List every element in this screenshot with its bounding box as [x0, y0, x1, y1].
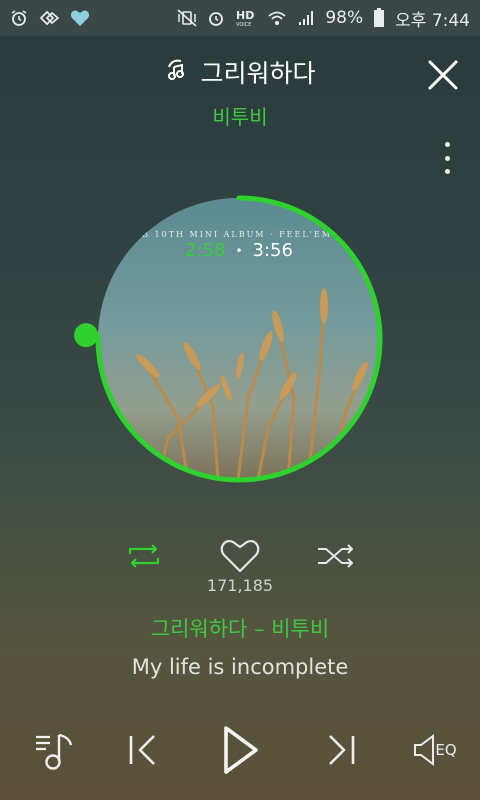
battery-icon — [373, 8, 385, 28]
next-icon — [329, 735, 355, 765]
more-dot — [444, 142, 450, 147]
previous-button[interactable] — [118, 718, 166, 782]
status-left-icons — [10, 8, 90, 28]
next-button[interactable] — [318, 718, 366, 782]
lyrics-note-icon — [164, 56, 190, 88]
status-right-icons: HD VOICE 98% 오후 7:44 — [177, 6, 470, 31]
signal-icon — [297, 8, 315, 28]
progress-arc — [95, 195, 383, 483]
battery-percent: 98% — [325, 8, 364, 28]
status-bar: HD VOICE 98% 오후 7:44 — [0, 0, 480, 36]
more-options-button[interactable] — [442, 142, 452, 174]
playback-controls: EQ — [0, 718, 480, 782]
status-clock: 오후 7:44 — [395, 10, 470, 31]
alarm-icon — [10, 8, 28, 28]
play-button[interactable] — [212, 718, 268, 782]
shuffle-button[interactable] — [314, 536, 358, 576]
shuffle-icon — [318, 544, 353, 568]
hd-label: HD — [236, 9, 254, 22]
close-icon — [428, 60, 458, 90]
repeat-button[interactable] — [122, 536, 166, 576]
mute-vibrate-icon — [177, 8, 197, 28]
heart-icon — [70, 8, 90, 28]
song-artist-line: 그리워하다 – 비투비 — [150, 617, 330, 641]
wifi-icon — [267, 8, 287, 28]
more-dot — [444, 155, 450, 161]
app-notification-icon — [38, 8, 60, 28]
like-button[interactable] — [216, 536, 264, 576]
page-title: 그리워하다 — [200, 59, 316, 88]
hd-voice-icon: HD VOICE — [235, 8, 257, 28]
more-dot — [444, 169, 450, 174]
like-count: 171,185 — [206, 576, 274, 595]
heart-outline-icon — [220, 540, 260, 573]
player-screen: HD VOICE 98% 오후 7:44 그리워하다 비투비 BTOB 10TH… — [0, 0, 480, 800]
progress-ring[interactable] — [60, 186, 400, 486]
playlist-icon — [36, 733, 73, 770]
action-row — [0, 536, 480, 580]
playlist-button[interactable] — [28, 718, 80, 782]
play-icon — [224, 726, 258, 774]
repeat-icon — [128, 544, 160, 568]
equalizer-button[interactable]: EQ — [406, 718, 462, 782]
progress-knob[interactable] — [74, 323, 99, 348]
current-lyric[interactable]: My life is incomplete — [0, 655, 480, 679]
previous-icon — [129, 735, 155, 765]
close-button[interactable] — [426, 58, 460, 92]
album-progress-area: BTOB 10TH MINI ALBUM · FEEL'EM ACT 2:58 … — [60, 186, 400, 486]
alarm-icon — [207, 8, 225, 28]
hd-sub-label: VOICE — [236, 22, 251, 28]
song-title-header: 그리워하다 — [0, 54, 480, 90]
header-artist[interactable]: 비투비 — [0, 101, 480, 130]
eq-label: EQ — [435, 741, 457, 759]
